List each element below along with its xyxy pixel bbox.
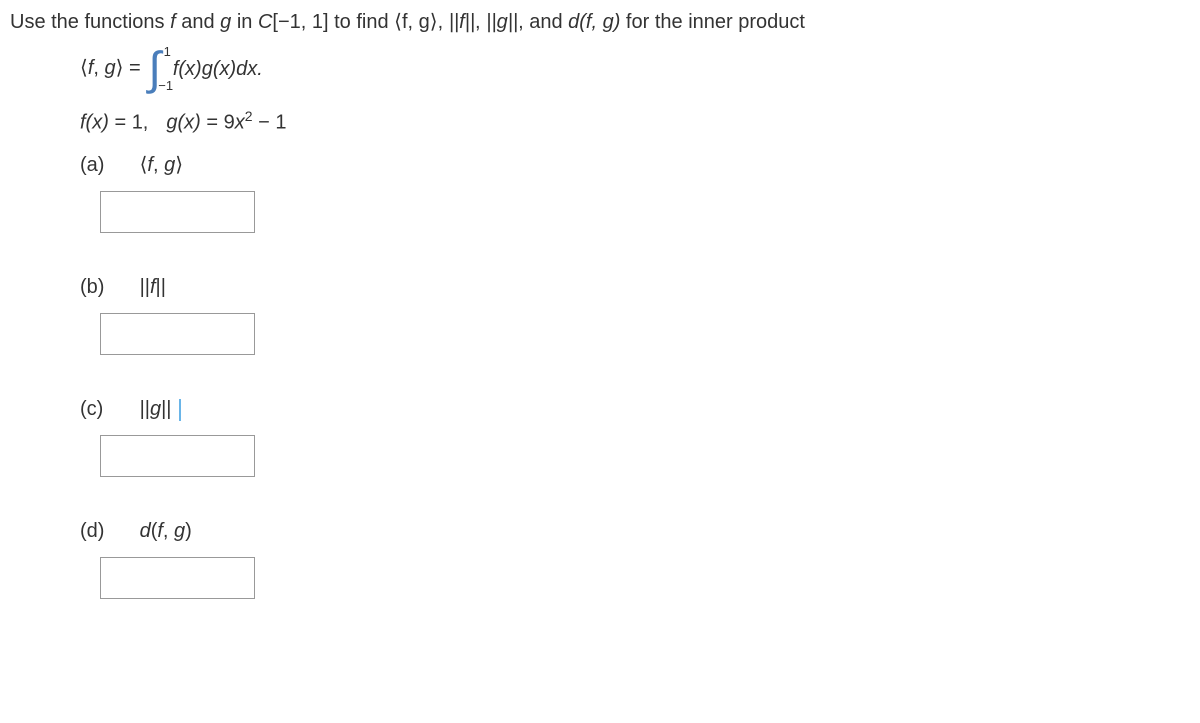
- question-text: Use the functions f and g in C[−1, 1] to…: [10, 8, 1190, 36]
- q-space: C: [258, 11, 272, 33]
- eq1: =: [109, 112, 132, 134]
- part-d-label: (d): [80, 517, 134, 545]
- q-fg: ⟨f, g⟩: [394, 11, 437, 33]
- answer-input-c[interactable]: [100, 435, 255, 477]
- q-normg: ||g||: [486, 11, 518, 33]
- answer-input-d[interactable]: [100, 557, 255, 599]
- q-dfg: d(f, g): [568, 11, 620, 33]
- answer-input-b[interactable]: [100, 313, 255, 355]
- functions-line: f(x) = 1, g(x) = 9x2 − 1: [80, 107, 1190, 137]
- q-normf: ||f||: [449, 11, 475, 33]
- part-d-math: d(f, g): [140, 520, 192, 542]
- one: 1: [275, 112, 286, 134]
- q-c1: ,: [438, 11, 449, 33]
- fval: 1,: [132, 112, 149, 134]
- integral-icon: ∫ 1 −1: [148, 48, 161, 89]
- def-eq: =: [123, 57, 146, 79]
- integrand: f(x)g(x)dx.: [173, 55, 263, 83]
- gx: g(x): [166, 112, 200, 134]
- def-g: g: [105, 57, 116, 79]
- fx: f(x): [80, 112, 109, 134]
- part-c-math: ||g||: [140, 398, 177, 420]
- inner-product-definition: ⟨f, g⟩ = ∫ 1 −1 f(x)g(x)dx.: [80, 48, 1190, 89]
- part-b-math: ||f||: [140, 276, 166, 298]
- part-b-label: (b): [80, 273, 134, 301]
- sq: 2: [245, 108, 253, 124]
- text-cursor-icon: [179, 399, 181, 421]
- q-interval: [−1, 1]: [272, 11, 328, 33]
- integral-upper: 1: [164, 46, 171, 58]
- integral-wrapper: ∫ 1 −1 f(x)g(x)dx.: [146, 48, 263, 89]
- q-c3: , and: [518, 11, 568, 33]
- part-b: (b) ||f||: [80, 273, 1190, 301]
- q-tail: for the inner product: [620, 11, 805, 33]
- coef: 9: [224, 112, 235, 134]
- q-c2: ,: [475, 11, 486, 33]
- q-g: g: [220, 11, 231, 33]
- integral-lower: −1: [158, 80, 173, 92]
- part-a-math: ⟨f, g⟩: [140, 154, 183, 176]
- part-c-label: (c): [80, 395, 134, 423]
- part-a: (a) ⟨f, g⟩: [80, 151, 1190, 179]
- q-prefix: Use the functions: [10, 11, 170, 33]
- q-and: and: [176, 11, 220, 33]
- xvar: x: [235, 112, 245, 134]
- answer-input-a[interactable]: [100, 191, 255, 233]
- part-d: (d) d(f, g): [80, 517, 1190, 545]
- def-comma: ,: [93, 57, 104, 79]
- def-open: ⟨: [80, 57, 88, 79]
- part-c: (c) ||g||: [80, 395, 1190, 423]
- minus: −: [253, 112, 276, 134]
- q-tofind: to find: [329, 11, 395, 33]
- q-in: in: [231, 11, 258, 33]
- eq2: =: [201, 112, 224, 134]
- part-a-label: (a): [80, 151, 134, 179]
